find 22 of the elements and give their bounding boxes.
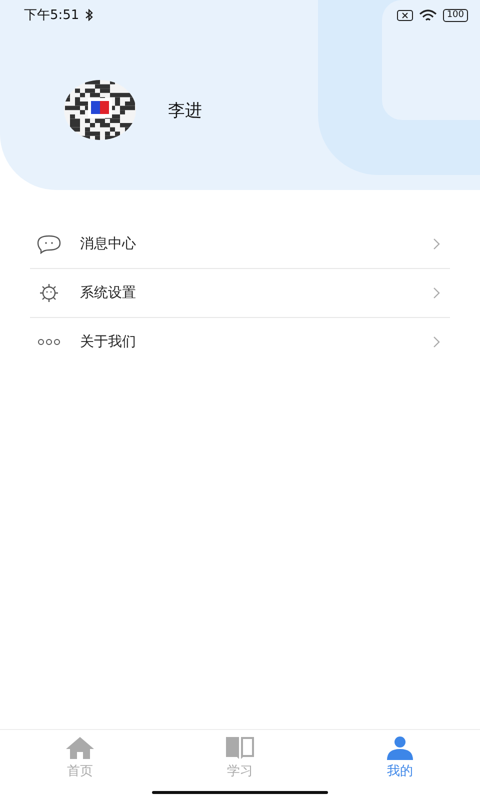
book-icon bbox=[225, 736, 255, 760]
tab[interactable]: 我的 bbox=[320, 730, 480, 792]
menu-item[interactable]: 系统设置 bbox=[30, 269, 450, 318]
chevron-right-icon bbox=[433, 287, 440, 299]
settings-icon bbox=[37, 283, 61, 303]
wifi-icon bbox=[418, 8, 437, 22]
bluetooth-icon bbox=[85, 9, 94, 21]
status-time: 下午5:51 bbox=[24, 7, 80, 24]
home-icon bbox=[65, 736, 95, 760]
menu-item[interactable]: 消息中心 bbox=[30, 220, 450, 269]
more-icon bbox=[37, 338, 61, 346]
person-icon bbox=[385, 736, 415, 760]
chevron-right-icon bbox=[433, 238, 440, 250]
menu-label: 消息中心 bbox=[80, 235, 137, 253]
menu-label: 关于我们 bbox=[80, 333, 137, 351]
menu-item[interactable]: 关于我们 bbox=[30, 318, 450, 366]
user-name: 李进 bbox=[168, 100, 202, 122]
chevron-right-icon bbox=[433, 336, 440, 348]
chat-bubble-icon bbox=[37, 234, 61, 254]
sim-icon bbox=[396, 10, 413, 20]
menu-label: 系统设置 bbox=[80, 284, 137, 302]
battery-indicator: 100 bbox=[442, 8, 468, 22]
